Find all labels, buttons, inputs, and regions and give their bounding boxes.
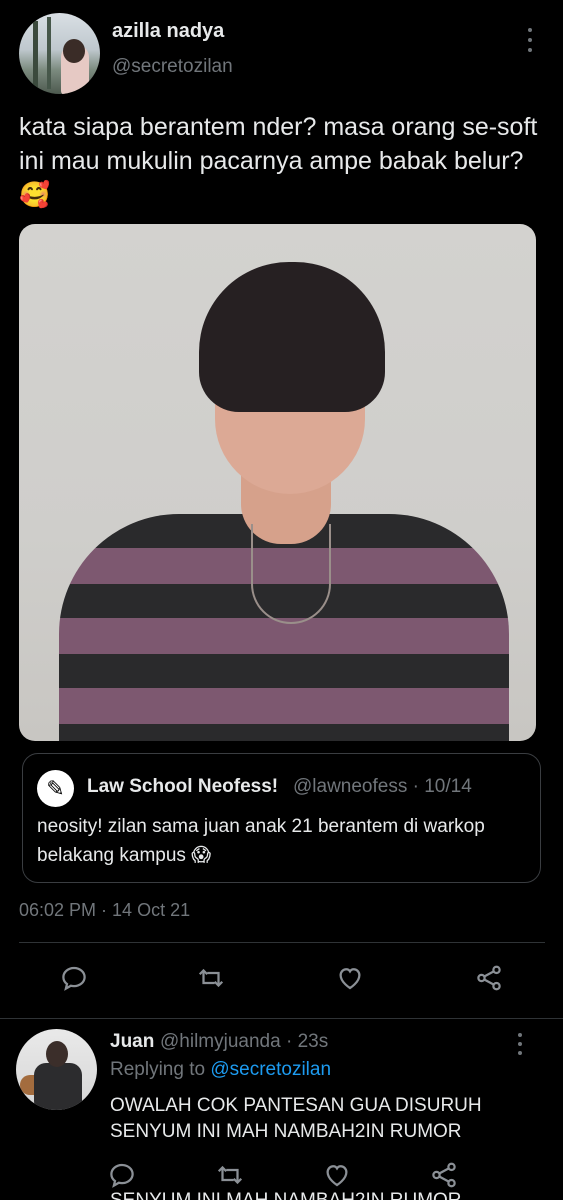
tweet-actions — [0, 960, 563, 1000]
reply-more-options-icon[interactable] — [512, 1033, 528, 1055]
avatar[interactable] — [19, 13, 100, 94]
quoted-display-name: Law School Neofess! — [87, 776, 279, 797]
quoted-tweet[interactable]: ✎ Law School Neofess! @lawneofess · 10/1… — [22, 753, 541, 883]
reply-handle-time[interactable]: @hilmyjuanda · 23s — [160, 1031, 328, 1053]
quoted-avatar: ✎ — [37, 770, 74, 807]
divider — [19, 942, 545, 943]
next-reply-partial-text: SENYUM INI MAH NAMBAH2IN RUMOR — [110, 1190, 462, 1200]
quoted-handle-date: @lawneofess · 10/14 — [293, 776, 472, 797]
tweet-photo[interactable] — [19, 224, 536, 741]
replying-to: Replying to @secretozilan — [110, 1059, 331, 1081]
display-name[interactable]: azilla nadya — [112, 20, 224, 43]
reply-retweet-icon[interactable] — [212, 1157, 248, 1193]
retweet-icon[interactable] — [193, 960, 229, 996]
reply-tweet[interactable]: Juan @hilmyjuanda · 23s Replying to @sec… — [0, 1018, 563, 1200]
reply-reply-icon[interactable] — [104, 1157, 140, 1193]
reply-icon[interactable] — [56, 960, 92, 996]
replying-prefix: Replying to — [110, 1059, 211, 1080]
handle[interactable]: @secretozilan — [112, 56, 233, 78]
neo-logo-icon: ✎ — [46, 775, 65, 801]
tweet-text: kata siapa berantem nder? masa orang se-… — [19, 113, 538, 209]
share-icon[interactable] — [471, 960, 507, 996]
reply-text: OWALAH COK PANTESAN GUA DISURUH SENYUM I… — [110, 1095, 482, 1142]
reply-display-name[interactable]: Juan — [110, 1031, 154, 1053]
reply-share-icon[interactable] — [426, 1157, 462, 1193]
like-icon[interactable] — [332, 960, 368, 996]
reply-avatar[interactable] — [16, 1029, 97, 1110]
replying-mention[interactable]: @secretozilan — [210, 1059, 331, 1080]
more-options-icon[interactable] — [520, 28, 540, 52]
reply-like-icon[interactable] — [319, 1157, 355, 1193]
quoted-text: neosity! zilan sama juan anak 21 berante… — [37, 816, 485, 866]
tweet-timestamp[interactable]: 06:02 PM · 14 Oct 21 — [19, 900, 190, 921]
